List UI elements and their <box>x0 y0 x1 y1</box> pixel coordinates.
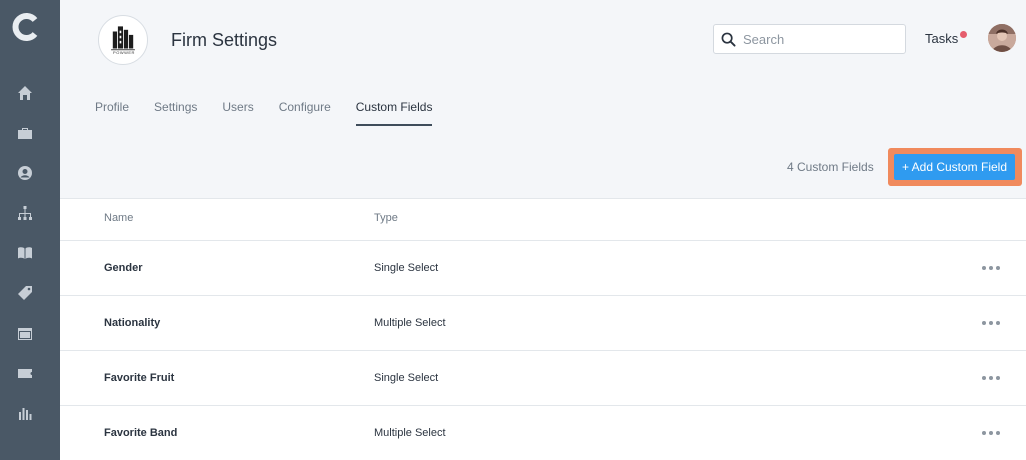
contact-icon[interactable] <box>16 164 34 182</box>
avatar[interactable] <box>988 24 1016 52</box>
bar-chart-icon[interactable] <box>16 404 34 422</box>
field-type: Single Select <box>374 372 439 384</box>
home-icon[interactable] <box>16 84 34 102</box>
table-header: Name Type <box>60 199 1026 241</box>
more-options-icon[interactable] <box>982 374 1000 382</box>
table-row[interactable]: Favorite Fruit Single Select <box>60 351 1026 406</box>
table-row[interactable]: Gender Single Select <box>60 241 1026 296</box>
search-icon <box>721 32 736 47</box>
tab-settings[interactable]: Settings <box>154 100 197 126</box>
user-photo-icon <box>988 24 1016 52</box>
ticket-icon[interactable] <box>16 364 34 382</box>
page-title: Firm Settings <box>171 30 278 50</box>
custom-fields-count: 4 Custom Fields <box>787 160 874 174</box>
table-row[interactable]: Favorite Band Multiple Select <box>60 406 1026 460</box>
calendar-icon[interactable] <box>16 324 34 342</box>
field-type: Multiple Select <box>374 427 446 439</box>
app-logo-icon[interactable] <box>11 12 41 42</box>
field-type: Single Select <box>374 262 439 274</box>
briefcase-icon[interactable] <box>16 124 34 142</box>
field-name: Favorite Band <box>104 427 178 439</box>
field-type: Multiple Select <box>374 317 446 329</box>
add-button-highlight: + Add Custom Field <box>888 148 1022 186</box>
tab-custom-fields[interactable]: Custom Fields <box>355 100 432 126</box>
tag-icon[interactable] <box>16 284 34 302</box>
tasks-notification-badge <box>960 31 967 38</box>
tab-users[interactable]: Users <box>222 100 253 126</box>
custom-fields-table: Name Type Gender Single Select Nationali… <box>60 198 1026 460</box>
sidebar <box>0 0 60 460</box>
tab-profile[interactable]: Profile <box>95 100 129 126</box>
page-header: POWWER Firm Settings Tasks Profile Setti… <box>60 0 1026 198</box>
field-name: Nationality <box>104 317 161 329</box>
more-options-icon[interactable] <box>982 429 1000 437</box>
tasks-link[interactable]: Tasks <box>925 31 958 46</box>
field-name: Gender <box>104 262 143 274</box>
firm-logo: POWWER <box>98 15 148 65</box>
more-options-icon[interactable] <box>982 264 1000 272</box>
search-input[interactable] <box>743 25 903 53</box>
column-header-name[interactable]: Name <box>104 212 133 224</box>
add-custom-field-button[interactable]: + Add Custom Field <box>894 154 1015 180</box>
book-icon[interactable] <box>16 244 34 262</box>
more-options-icon[interactable] <box>982 319 1000 327</box>
table-row[interactable]: Nationality Multiple Select <box>60 296 1026 351</box>
org-chart-icon[interactable] <box>16 204 34 222</box>
search-box[interactable] <box>713 24 906 54</box>
column-header-type[interactable]: Type <box>374 212 398 224</box>
tab-configure[interactable]: Configure <box>279 100 331 126</box>
settings-tabs: Profile Settings Users Configure Custom … <box>95 100 457 126</box>
firm-logo-text: POWWER <box>113 50 135 55</box>
field-name: Favorite Fruit <box>104 372 175 384</box>
